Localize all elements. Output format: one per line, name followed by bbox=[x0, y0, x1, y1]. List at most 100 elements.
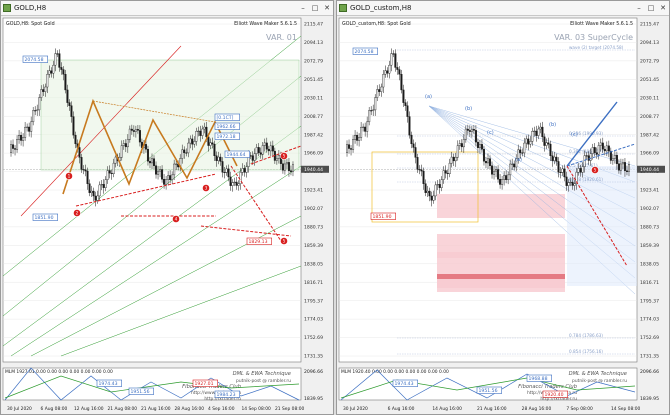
candle-body bbox=[195, 131, 198, 142]
candle-body bbox=[159, 169, 162, 172]
candle-body bbox=[187, 142, 190, 154]
chart-window-gold-h8[interactable]: GOLD,H8 – □ ✕ 2115.47 2094.13 2072.79 2051.… bbox=[0, 0, 334, 415]
candle-body bbox=[406, 105, 409, 117]
wave-number: 5 bbox=[283, 239, 286, 244]
candle-body bbox=[505, 175, 508, 181]
window-titlebar[interactable]: GOLD,H8 – □ ✕ bbox=[1, 1, 333, 16]
candle-body bbox=[372, 109, 375, 112]
minimize-icon[interactable]: – bbox=[297, 2, 309, 14]
candle-body bbox=[418, 169, 421, 171]
candle-body bbox=[237, 183, 240, 186]
candle-body bbox=[289, 170, 292, 172]
wave-number: 3 bbox=[205, 186, 208, 191]
candle-body bbox=[263, 142, 266, 146]
candle-body bbox=[219, 156, 222, 162]
candle-body bbox=[350, 148, 353, 150]
price-scale-label: 2030.11 bbox=[304, 95, 323, 101]
candle-body bbox=[561, 168, 564, 173]
wave-letter: (b) bbox=[465, 106, 472, 112]
candle-body bbox=[167, 175, 170, 180]
candle-body bbox=[227, 168, 230, 178]
time-axis-label: 12 Aug 16:00 bbox=[74, 406, 104, 412]
candle-body bbox=[545, 142, 548, 146]
candle-body bbox=[374, 97, 377, 111]
current-price-label: 1940.44 bbox=[304, 167, 323, 173]
window-titlebar[interactable]: GOLD_custom,H8 – □ ✕ bbox=[337, 1, 669, 16]
target-zone-strong bbox=[437, 274, 565, 279]
candle-body bbox=[136, 129, 139, 131]
candle-body bbox=[96, 195, 99, 201]
candle-body bbox=[28, 126, 31, 132]
price-chart-right[interactable]: 2115.47 2094.13 2072.79 2051.45 2030.11 2008.… bbox=[337, 16, 669, 414]
candle-body bbox=[396, 67, 399, 70]
candle-body bbox=[611, 158, 614, 161]
candle-body bbox=[148, 161, 151, 164]
chart-window-gold-custom-h8[interactable]: GOLD_custom,H8 – □ ✕ 2115.47 2094.13 2072.… bbox=[336, 0, 670, 415]
osc-scale-label: 1839.95 bbox=[304, 396, 323, 402]
candle-body bbox=[521, 152, 524, 154]
candle-body bbox=[283, 163, 286, 171]
candle-body bbox=[615, 154, 618, 164]
candle-body bbox=[112, 162, 115, 174]
candle-body bbox=[503, 175, 506, 180]
candle-body bbox=[410, 134, 413, 145]
price-scale-label: 1987.42 bbox=[304, 132, 323, 138]
time-axis-label: 14 Sep 08:00 bbox=[242, 406, 272, 412]
time-axis-label: 30 Jul 2020 bbox=[343, 406, 368, 412]
candle-body bbox=[557, 161, 560, 173]
price-scale-label: 1859.39 bbox=[640, 243, 659, 249]
price-scale-label: 1731.35 bbox=[304, 354, 323, 360]
oscillator-label: MLM 1927.01 0.00 0.00 0.00 0.00 0.00 0.0… bbox=[5, 369, 113, 375]
candle-body bbox=[78, 147, 81, 158]
candle-body bbox=[573, 183, 576, 186]
candle-body bbox=[370, 110, 373, 112]
candle-body bbox=[583, 155, 586, 167]
price-scale-label: 1816.71 bbox=[304, 280, 323, 286]
candle-body bbox=[569, 181, 572, 183]
candle-body bbox=[376, 89, 379, 98]
symbol-description: GOLD,H8: Spot Gold bbox=[6, 21, 55, 27]
candle-body bbox=[366, 121, 369, 132]
candle-body bbox=[203, 126, 206, 130]
candle-body bbox=[205, 126, 208, 138]
wave-number: 4 bbox=[175, 217, 178, 222]
candle-body bbox=[416, 157, 419, 170]
candle-body bbox=[114, 156, 117, 164]
candle-body bbox=[460, 143, 463, 148]
price-chart-left[interactable]: 2115.47 2094.13 2072.79 2051.45 2030.11 2008.… bbox=[1, 16, 333, 414]
watermark-text: Fibonacci Traders Club bbox=[518, 384, 578, 390]
maximize-icon[interactable]: □ bbox=[645, 2, 657, 14]
candle-body bbox=[235, 181, 238, 186]
maximize-icon[interactable]: □ bbox=[309, 2, 321, 14]
minimize-icon[interactable]: – bbox=[633, 2, 645, 14]
candle-body bbox=[549, 143, 552, 156]
candle-body bbox=[90, 190, 93, 193]
candle-body bbox=[476, 141, 479, 148]
time-axis-label: 14 Sep 08:00 bbox=[611, 406, 641, 412]
price-scale-label: 2094.13 bbox=[304, 40, 323, 46]
close-icon[interactable]: ✕ bbox=[321, 2, 333, 14]
candle-body bbox=[555, 156, 558, 162]
candle-body bbox=[440, 179, 443, 188]
candle-body bbox=[213, 143, 216, 156]
candle-body bbox=[621, 162, 624, 165]
price-scale-label: 1731.35 bbox=[640, 354, 659, 360]
candle-body bbox=[86, 170, 89, 184]
candle-body bbox=[430, 195, 433, 201]
candle-body bbox=[82, 169, 85, 171]
candle-body bbox=[225, 168, 228, 173]
candle-body bbox=[267, 149, 270, 152]
price-scale-label: 1752.69 bbox=[304, 335, 323, 341]
candle-body bbox=[587, 155, 590, 161]
candle-body bbox=[68, 102, 71, 106]
candle-body bbox=[265, 142, 268, 150]
candle-body bbox=[482, 149, 485, 162]
candle-body bbox=[108, 170, 111, 174]
candle-body bbox=[436, 184, 439, 186]
candle-body bbox=[551, 155, 554, 161]
candle-body bbox=[277, 154, 280, 159]
close-icon[interactable]: ✕ bbox=[657, 2, 669, 14]
candle-body bbox=[20, 135, 23, 141]
time-axis-label: 21 Sep 08:00 bbox=[275, 406, 305, 412]
watermark-text: DML & EWA Technique bbox=[233, 371, 291, 377]
